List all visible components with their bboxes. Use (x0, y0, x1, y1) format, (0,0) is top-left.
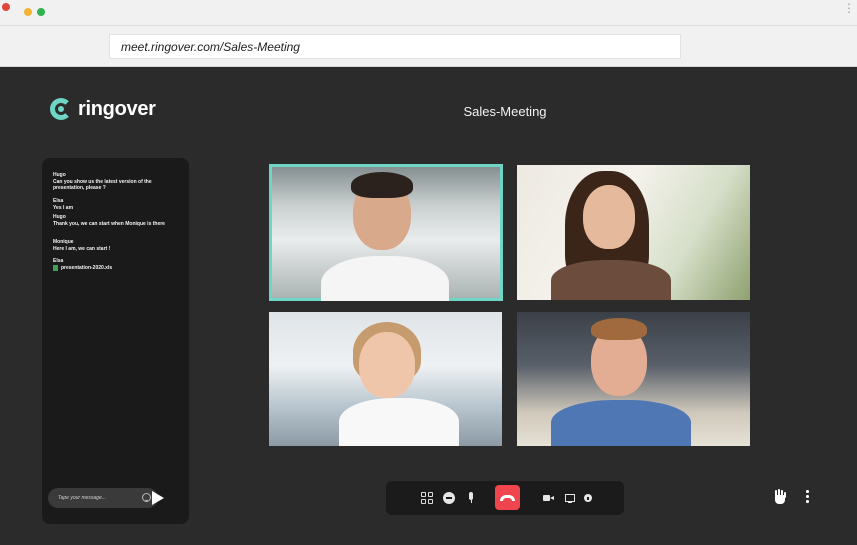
send-icon[interactable] (152, 491, 164, 505)
info-icon[interactable] (584, 494, 592, 502)
browser-chrome: ⋮ meet.ringover.com/Sales-Meeting (0, 0, 857, 67)
ringover-logo-icon (50, 98, 72, 120)
spreadsheet-file-icon (53, 264, 58, 271)
stop-icon[interactable] (443, 492, 455, 504)
message-text: Here I am, we can start ! (53, 245, 111, 252)
video-tile-participant-4[interactable] (517, 312, 750, 446)
emoji-icon[interactable] (142, 493, 151, 502)
chat-input-container (48, 488, 158, 508)
message-text: Can you show us the latest version of th… (53, 178, 152, 192)
video-tile-participant-1[interactable] (269, 164, 503, 301)
hangup-button[interactable] (495, 485, 520, 510)
close-window-button[interactable] (2, 3, 10, 11)
chat-message: Hugo Can you show us the latest version … (53, 172, 178, 192)
chat-message: Hugo Thank you, we can start when Moniqu… (53, 214, 178, 227)
video-camera-icon[interactable] (543, 492, 555, 504)
message-text: Thank you, we can start when Monique is … (53, 220, 165, 227)
file-attachment[interactable]: presentation-2020.xls (53, 265, 178, 272)
logo-text: ringover (78, 97, 156, 120)
video-tile-participant-3[interactable] (269, 312, 502, 446)
microphone-icon[interactable] (465, 492, 477, 504)
chat-message: Elsa Yes I am (53, 198, 178, 211)
hangup-icon (500, 495, 515, 501)
chat-panel: Hugo Can you show us the latest version … (42, 158, 189, 524)
url-text: meet.ringover.com/Sales-Meeting (121, 40, 300, 54)
video-tile-participant-2[interactable] (517, 165, 750, 300)
chat-message: Elsa presentation-2020.xls (53, 258, 178, 271)
tab-strip-divider (0, 25, 857, 26)
grid-layout-icon[interactable] (421, 492, 433, 504)
more-options-icon[interactable] (803, 490, 811, 504)
maximize-window-button[interactable] (37, 8, 45, 16)
call-controls-bar (386, 481, 624, 515)
screen-share-icon[interactable] (564, 492, 576, 504)
browser-menu-icon[interactable]: ⋮ (843, 2, 855, 20)
chat-message: Monique Here I am, we can start ! (53, 239, 178, 252)
ringover-logo: ringover (50, 97, 156, 121)
message-text: Yes I am (53, 204, 74, 211)
chat-message-input[interactable] (58, 493, 128, 503)
file-name: presentation-2020.xls (61, 264, 113, 271)
minimize-window-button[interactable] (24, 8, 32, 16)
address-bar[interactable]: meet.ringover.com/Sales-Meeting (109, 34, 681, 59)
raise-hand-icon[interactable] (773, 489, 786, 505)
meeting-title: Sales-Meeting (463, 104, 547, 119)
